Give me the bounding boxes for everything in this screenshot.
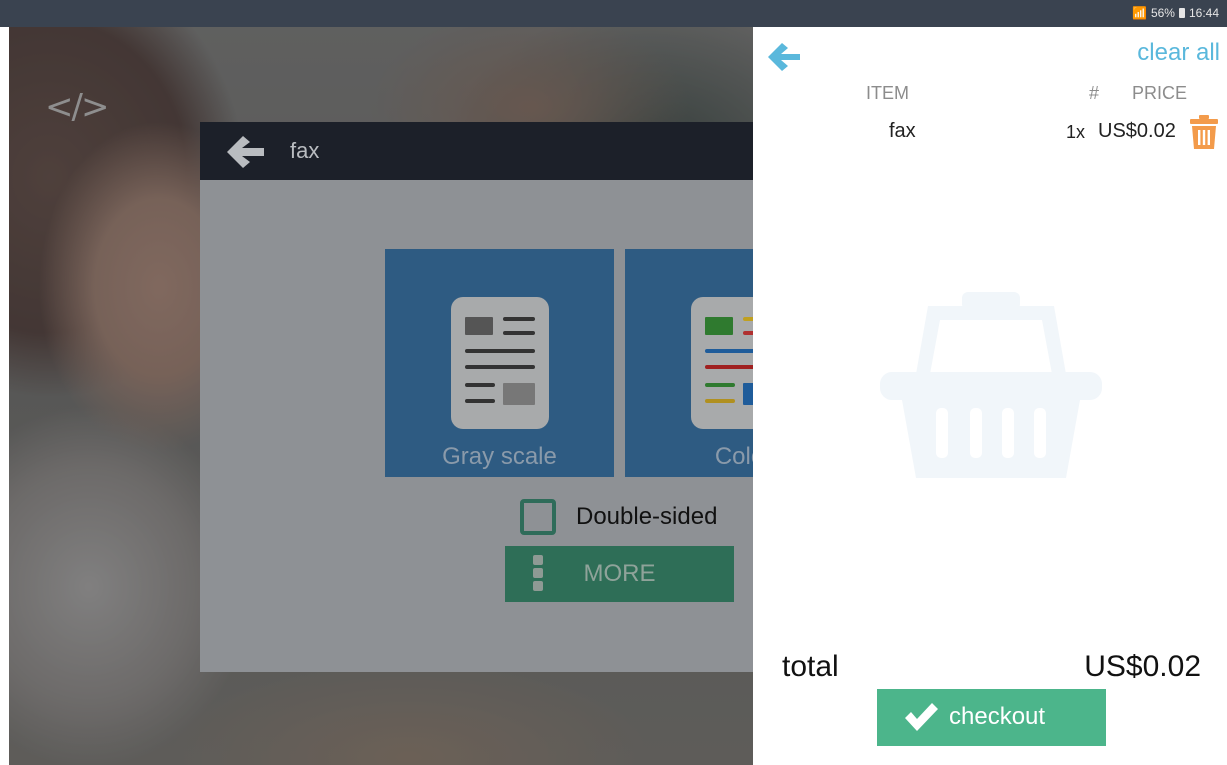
more-button[interactable]: MORE [505, 546, 734, 602]
fax-options-dialog: fax Gray scale Colo Double-sided MORE [200, 122, 854, 672]
wifi-icon: 📶 [1131, 6, 1147, 20]
dialog-header: fax [200, 122, 753, 180]
arrow-left-icon[interactable] [224, 134, 266, 170]
column-header-item: ITEM [866, 83, 909, 103]
clear-all-button[interactable]: clear all [1137, 39, 1220, 67]
clock: 16:44 [1188, 6, 1219, 20]
battery-percent: 56% [1150, 6, 1175, 20]
arrow-left-icon[interactable] [766, 41, 802, 73]
column-header-price: PRICE [1132, 83, 1188, 103]
grayscale-label: Gray scale [442, 443, 557, 470]
more-label: MORE [583, 560, 656, 587]
basket-icon [880, 292, 1102, 478]
total-value: US$0.02 [1084, 650, 1201, 683]
code-icon: </> [45, 87, 109, 127]
checkout-label: checkout [949, 703, 1046, 730]
dialog-title: fax [290, 138, 320, 163]
column-header-qty: # [1089, 83, 1100, 103]
cart-item-qty: 1x [1066, 122, 1086, 142]
checkmark-icon [905, 703, 938, 731]
double-sided-row[interactable]: Double-sided [520, 496, 717, 538]
battery-icon [1178, 8, 1185, 18]
trash-icon[interactable] [1189, 115, 1219, 149]
status-bar: 📶 56% 16:44 [0, 0, 1227, 27]
double-sided-label: Double-sided [576, 503, 718, 530]
status-indicators: 📶 56% 16:44 [1132, 6, 1219, 20]
cart-item-name: fax [889, 120, 916, 142]
total-label: total [782, 650, 839, 683]
grayscale-document-icon [451, 297, 549, 429]
cart-item-price: US$0.02 [1098, 120, 1176, 142]
cart-panel: clear all ITEM # PRICE fax 1x US$0.02 to… [753, 27, 1227, 765]
double-sided-checkbox[interactable] [520, 499, 556, 535]
checkout-button[interactable]: checkout [877, 689, 1106, 746]
grayscale-option[interactable]: Gray scale [385, 249, 614, 477]
